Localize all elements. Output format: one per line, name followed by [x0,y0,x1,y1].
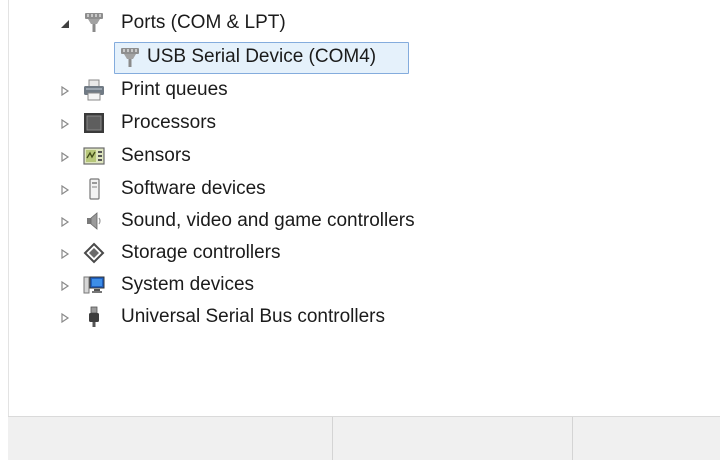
tree-node-usb-controllers[interactable]: Universal Serial Bus controllers [9,302,449,332]
software-device-icon [81,176,107,202]
tree-node-label: Print queues [121,79,228,100]
tree-node-label: Processors [121,112,217,133]
tree-node-label: Sound, video and game controllers [121,210,415,231]
tree-node-sound-video-game[interactable]: Sound, video and game controllers [9,206,469,236]
tree-node-label: USB Serial Device (COM4) [147,46,377,67]
storage-controller-icon [81,240,107,266]
tree-node-storage-controllers[interactable]: Storage controllers [9,238,409,268]
tree-node-system-devices[interactable]: System devices [9,270,409,300]
status-pane [332,417,573,460]
collapsed-arrow-icon[interactable] [59,280,71,292]
usb-plug-icon [81,304,107,330]
tree-node-label: Sensors [121,145,191,166]
collapsed-arrow-icon[interactable] [59,216,71,228]
tree-node-print-queues[interactable]: Print queues [9,75,409,105]
collapsed-arrow-icon[interactable] [59,85,71,97]
status-pane [572,417,719,460]
printer-icon [81,77,107,103]
status-bar [8,416,720,460]
status-pane [8,417,333,460]
port-connector-icon [81,9,107,35]
tree-node-label: Software devices [121,178,266,199]
collapsed-arrow-icon[interactable] [59,118,71,130]
computer-monitor-icon [81,272,107,298]
tree-node-label: Storage controllers [121,242,281,263]
tree-node-software-devices[interactable]: Software devices [9,174,409,204]
collapsed-arrow-icon[interactable] [59,248,71,260]
speaker-icon [81,208,107,234]
sensor-icon [81,143,107,169]
port-connector-icon [117,44,143,70]
tree-node-ports[interactable]: Ports (COM & LPT) [9,8,409,38]
collapsed-arrow-icon[interactable] [59,184,71,196]
collapsed-arrow-icon[interactable] [59,312,71,324]
processor-chip-icon [81,110,107,136]
tree-node-usb-serial-device[interactable]: USB Serial Device (COM4) [9,42,409,72]
tree-node-label: System devices [121,274,255,295]
expanded-arrow-icon[interactable] [59,18,71,30]
tree-node-sensors[interactable]: Sensors [9,141,409,171]
tree-node-label: Universal Serial Bus controllers [121,306,385,327]
collapsed-arrow-icon[interactable] [59,151,71,163]
tree-node-processors[interactable]: Processors [9,108,409,138]
device-tree[interactable]: Ports (COM & LPT) USB Serial Device (COM… [8,0,720,416]
tree-node-label: Ports (COM & LPT) [121,12,286,33]
